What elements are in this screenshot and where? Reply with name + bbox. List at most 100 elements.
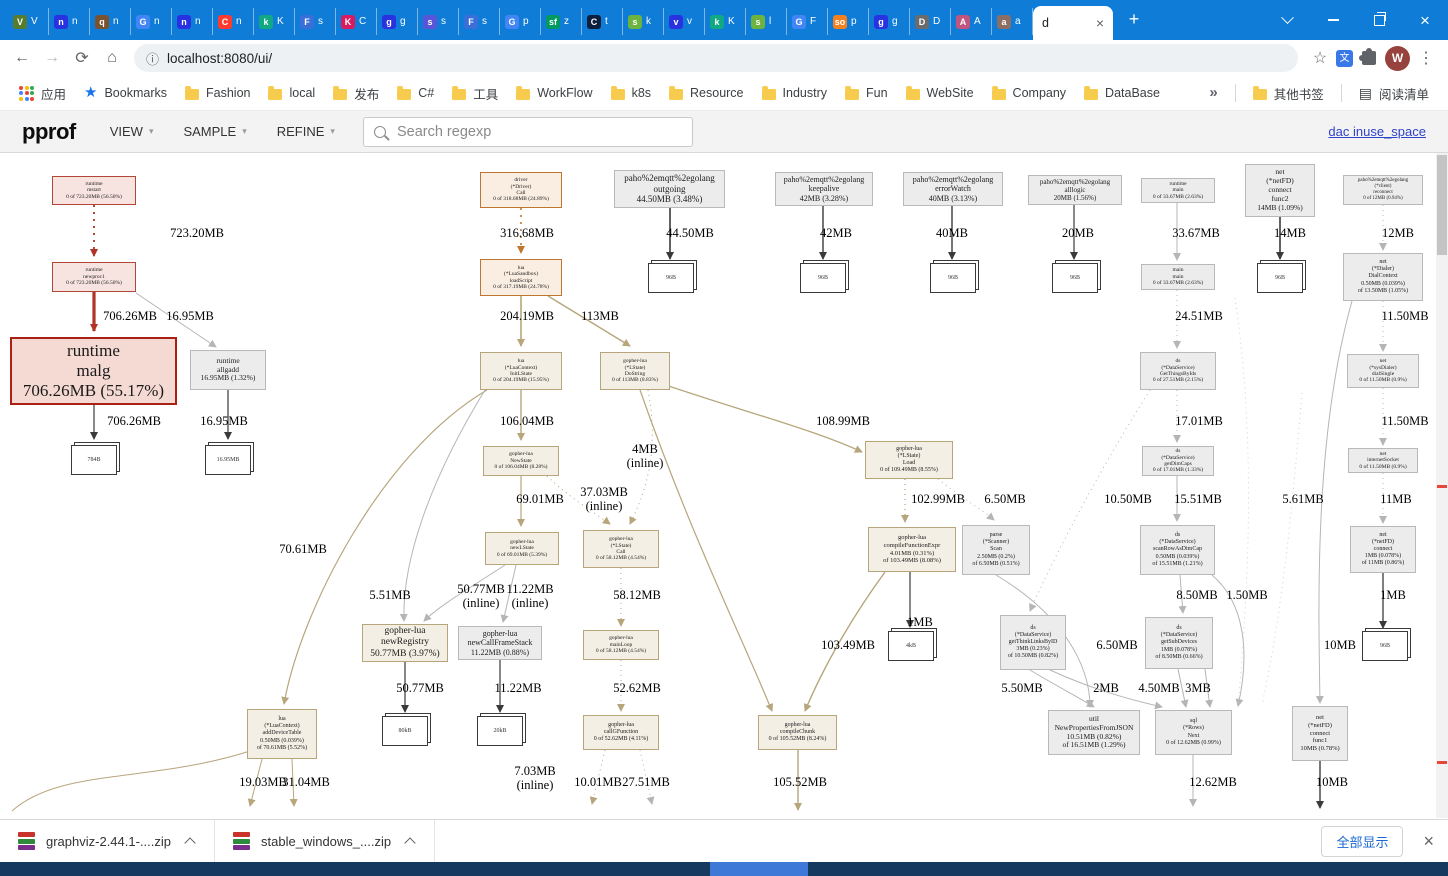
bookmark-item-database[interactable]: DataBase: [1075, 82, 1169, 104]
profile-name-link[interactable]: dac inuse_space: [1328, 124, 1426, 139]
browser-tab[interactable]: aa: [992, 8, 1033, 35]
graph-node-lua-loadscript[interactable]: lua(*LuaSandbox)loadScript0 of 317.19MB …: [480, 259, 562, 296]
browser-tab[interactable]: VV: [8, 8, 49, 35]
graph-node-gopher-dostring[interactable]: gopher-lua(*LState)DoString0 of 113MB (8…: [600, 352, 670, 390]
bookmark-item-industry[interactable]: Industry: [753, 82, 836, 104]
alloc-box[interactable]: 96B: [1362, 631, 1408, 661]
browser-tab[interactable]: sl: [746, 8, 787, 35]
graph-node-paho-outgoing[interactable]: paho%2emqtt%2egolangoutgoing44.50MB (3.4…: [614, 170, 725, 208]
graph-node-ds-getthinklinksbyid[interactable]: ds(*DataService)getThinkLinksByID3MB (0.…: [1000, 615, 1066, 670]
graph-node-gopher-callgfunction[interactable]: gopher-luacallGFunction0 of 52.62MB (4.1…: [583, 715, 659, 750]
bookmark-item-[interactable]: ▤阅读清单: [1350, 80, 1438, 107]
download-item[interactable]: graphviz-2.44.1-....zip: [0, 820, 215, 862]
browser-tab[interactable]: nn: [172, 8, 213, 35]
browser-tab[interactable]: kK: [705, 8, 746, 35]
browser-tab[interactable]: nn: [49, 8, 90, 35]
download-item[interactable]: stable_windows_....zip: [215, 820, 435, 862]
chevron-up-icon[interactable]: [184, 837, 195, 848]
browser-tab[interactable]: kK: [254, 8, 295, 35]
active-tab[interactable]: d×: [1033, 6, 1113, 40]
minimize-button[interactable]: [1310, 0, 1356, 40]
graph-node-paho-alllogic[interactable]: paho%2emqtt%2egolangalllogic20MB (1.56%): [1028, 175, 1122, 205]
browser-tab[interactable]: Cn: [213, 8, 254, 35]
browser-tab[interactable]: Gp: [500, 8, 541, 35]
alloc-box[interactable]: 96B: [930, 263, 976, 293]
graph-node-ds-scanrowasdimcap[interactable]: ds(*DataService)scanRowAsDimCap0.50MB (0…: [1140, 525, 1215, 575]
new-tab-button[interactable]: +: [1121, 7, 1147, 33]
bookmark-item-c[interactable]: C#: [388, 82, 443, 104]
translate-icon[interactable]: 文: [1336, 50, 1353, 67]
call-graph-canvas[interactable]: runtimemstart0 of 723.20MB (56.50%) drive…: [0, 153, 1448, 818]
chevron-up-icon[interactable]: [404, 837, 415, 848]
bookmark-item-[interactable]: 应用: [10, 80, 75, 107]
browser-tab[interactable]: AA: [951, 8, 992, 35]
browser-tab[interactable]: DD: [910, 8, 951, 35]
browser-tab[interactable]: Fs: [459, 8, 500, 35]
bookmark-item-fashion[interactable]: Fashion: [176, 82, 259, 104]
browser-tab[interactable]: GF: [787, 8, 828, 35]
search-box[interactable]: [363, 117, 693, 147]
address-bar[interactable]: ⓘ localhost:8080/ui/: [134, 44, 1298, 72]
extensions-button[interactable]: [1355, 51, 1383, 65]
graph-node-sql-rows-next[interactable]: sql(*Rows)Next0 of 12.62MB (0.99%): [1155, 710, 1232, 755]
browser-tab[interactable]: Fs: [295, 8, 336, 35]
browser-menu-button[interactable]: ⋮: [1412, 48, 1440, 68]
bookmark-item-website[interactable]: WebSite: [897, 82, 983, 104]
browser-tab[interactable]: KC: [336, 8, 377, 35]
refresh-button[interactable]: ⟳: [68, 48, 96, 68]
browser-tab[interactable]: gg: [377, 8, 418, 35]
bookmark-item-fun[interactable]: Fun: [836, 82, 897, 104]
browser-tab[interactable]: Gn: [131, 8, 172, 35]
graph-node-ds-getsubdevices[interactable]: ds(*DataService)getSubDevices1MB (0.078%…: [1145, 617, 1213, 669]
browser-tab[interactable]: sop: [828, 8, 869, 35]
tab-search-button[interactable]: [1264, 0, 1310, 40]
bookmark-star-button[interactable]: ☆: [1306, 48, 1334, 68]
graph-node-parse-scan[interactable]: parse(*Scanner)Scan2.50MB (0.2%)of 6.50M…: [962, 525, 1030, 575]
graph-node-gopher-compilechunk[interactable]: gopher-luacompileChunk0 of 105.52MB (8.2…: [758, 715, 837, 750]
bookmark-item-[interactable]: 其他书签: [1244, 80, 1333, 107]
menu-refine[interactable]: REFINE▾: [277, 124, 335, 139]
graph-node-gopher-newlstate[interactable]: gopher-luanewLState0 of 69.01MB (5.39%): [485, 532, 559, 565]
alloc-box[interactable]: 96B: [648, 263, 694, 293]
graph-node-net-netfd-connect[interactable]: net(*netFD)connect1MB (0.078%)of 11MB (0…: [1350, 526, 1416, 573]
graph-node-runtime-malg[interactable]: runtimemalg706.26MB (55.17%): [10, 337, 177, 405]
graph-node-paho-errorwatch[interactable]: paho%2emqtt%2egolangerrorWatch40MB (3.13…: [903, 172, 1003, 206]
graph-node-lua-adddevicetable[interactable]: lua(*LuaContext)addDeviceTable0.50MB (0.…: [247, 709, 317, 759]
tab-close-icon[interactable]: ×: [1096, 16, 1104, 30]
close-button[interactable]: ×: [1402, 0, 1448, 40]
graph-node-net-dialcontext[interactable]: net(*Dialer)DialContext0.50MB (0.039%)of…: [1343, 253, 1423, 301]
bookmark-item-overflow[interactable]: »: [1200, 82, 1226, 104]
alloc-box[interactable]: 96B: [1257, 263, 1303, 293]
home-button[interactable]: ⌂: [98, 49, 126, 67]
graph-node-main-main[interactable]: mainmain0 of 33.67MB (2.63%): [1141, 264, 1215, 290]
bookmark-item-local[interactable]: local: [259, 82, 324, 104]
alloc-box[interactable]: 96B: [800, 263, 846, 293]
browser-tab[interactable]: vv: [664, 8, 705, 35]
browser-tab[interactable]: Ct: [582, 8, 623, 35]
scrollbar[interactable]: [1436, 153, 1448, 818]
search-input[interactable]: [395, 123, 682, 141]
graph-node-runtime-mstart[interactable]: runtimemstart0 of 723.20MB (56.50%): [52, 176, 136, 205]
browser-tab[interactable]: sk: [623, 8, 664, 35]
graph-node-gopher-load[interactable]: gopher-lua(*LState)Load0 of 109.49MB (8.…: [865, 441, 953, 479]
graph-node-ds-getthingsbyids[interactable]: ds(*DataService)GetThingsByIds0 of 27.51…: [1140, 352, 1216, 390]
show-all-downloads-button[interactable]: 全部显示: [1321, 826, 1403, 857]
bookmark-item-bookmarks[interactable]: ★Bookmarks: [75, 82, 176, 104]
back-button[interactable]: ←: [8, 49, 36, 67]
menu-sample[interactable]: SAMPLE▾: [183, 124, 246, 139]
alloc-box[interactable]: 20kB: [477, 716, 523, 746]
graph-node-gopher-mainloop[interactable]: gopher-luamainLoop0 of 58.12MB (4.54%): [583, 630, 659, 660]
graph-node-driver-call[interactable]: driver(*Driver)Call0 of 318.68MB (24.89%…: [480, 172, 562, 208]
alloc-box[interactable]: 16.95MB: [205, 445, 251, 475]
graph-node-runtime-main[interactable]: runtimemain0 of 33.67MB (2.63%): [1141, 178, 1215, 203]
alloc-box[interactable]: 4kB: [888, 631, 934, 661]
graph-node-runtime-allgadd[interactable]: runtimeallgadd16.95MB (1.32%): [190, 350, 266, 390]
browser-tab[interactable]: qn: [90, 8, 131, 35]
menu-view[interactable]: VIEW▾: [110, 124, 154, 139]
graph-node-gopher-newstate[interactable]: gopher-luaNewState0 of 106.04MB (8.28%): [483, 446, 559, 476]
graph-node-lua-initlstate[interactable]: lua(*LuaContext)InitLState0 of 204.19MB …: [480, 352, 562, 390]
browser-tab[interactable]: ss: [418, 8, 459, 35]
bookmark-item-[interactable]: 工具: [443, 80, 507, 107]
bookmark-item-resource[interactable]: Resource: [660, 82, 753, 104]
graph-node-gopher-newcallframestack[interactable]: gopher-luanewCallFrameStack11.22MB (0.88…: [458, 626, 542, 660]
